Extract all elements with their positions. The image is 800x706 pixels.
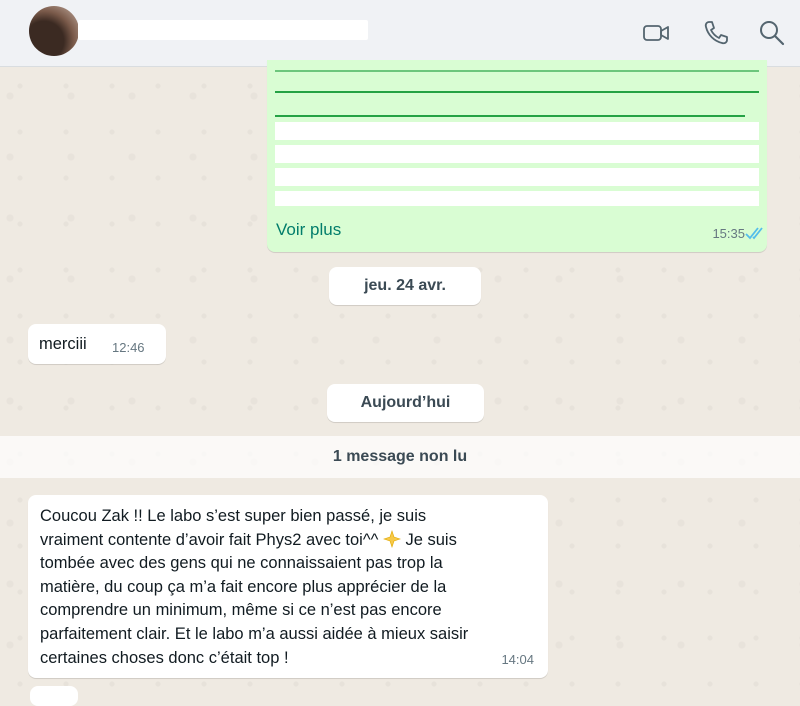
contact-avatar[interactable] [29,6,79,56]
message-line: parfaitement clair. Et le labo m’a aussi… [40,624,469,643]
contact-name[interactable] [78,20,368,40]
redacted-block [275,122,759,140]
voice-call-icon[interactable] [701,18,731,48]
outgoing-message[interactable]: Voir plus 15:35 [267,60,767,252]
message-text: merciii [39,335,87,353]
date-separator: Aujourd’hui [327,384,484,422]
message-line: comprendre un minimum, même si ce n’est … [40,601,442,620]
redacted-block [275,191,759,206]
double-check-read-icon [745,224,765,242]
message-line: Je suis [400,530,457,549]
search-icon[interactable] [757,18,787,48]
incoming-message[interactable] [30,686,78,706]
message-line: matière, du coup ça m’a fait encore plus… [40,577,447,596]
redacted-block [275,145,759,163]
message-text: Coucou Zak !! Le labo s’est super bien p… [40,505,540,670]
chat-header [0,0,800,67]
sparkle-star-icon [382,529,401,548]
unread-messages-banner: 1 message non lu [0,436,800,478]
incoming-message[interactable]: Coucou Zak !! Le labo s’est super bien p… [28,495,548,678]
message-line: vraiment contente d’avoir fait Phys2 ave… [40,530,383,549]
see-more-link[interactable]: Voir plus [276,220,341,240]
redacted-block [275,168,759,186]
message-time: 14:04 [501,652,534,667]
message-line: certaines choses donc c’était top ! [40,648,289,667]
message-time: 12:46 [112,340,145,355]
message-line: Coucou Zak !! Le labo s’est super bien p… [40,507,427,525]
message-time: 15:35 [712,226,745,241]
video-call-icon[interactable] [641,18,671,48]
date-separator: jeu. 24 avr. [329,267,481,305]
incoming-message[interactable]: merciii 12:46 [28,324,166,364]
message-line: tombée avec des gens qui ne connaissaien… [40,554,443,573]
